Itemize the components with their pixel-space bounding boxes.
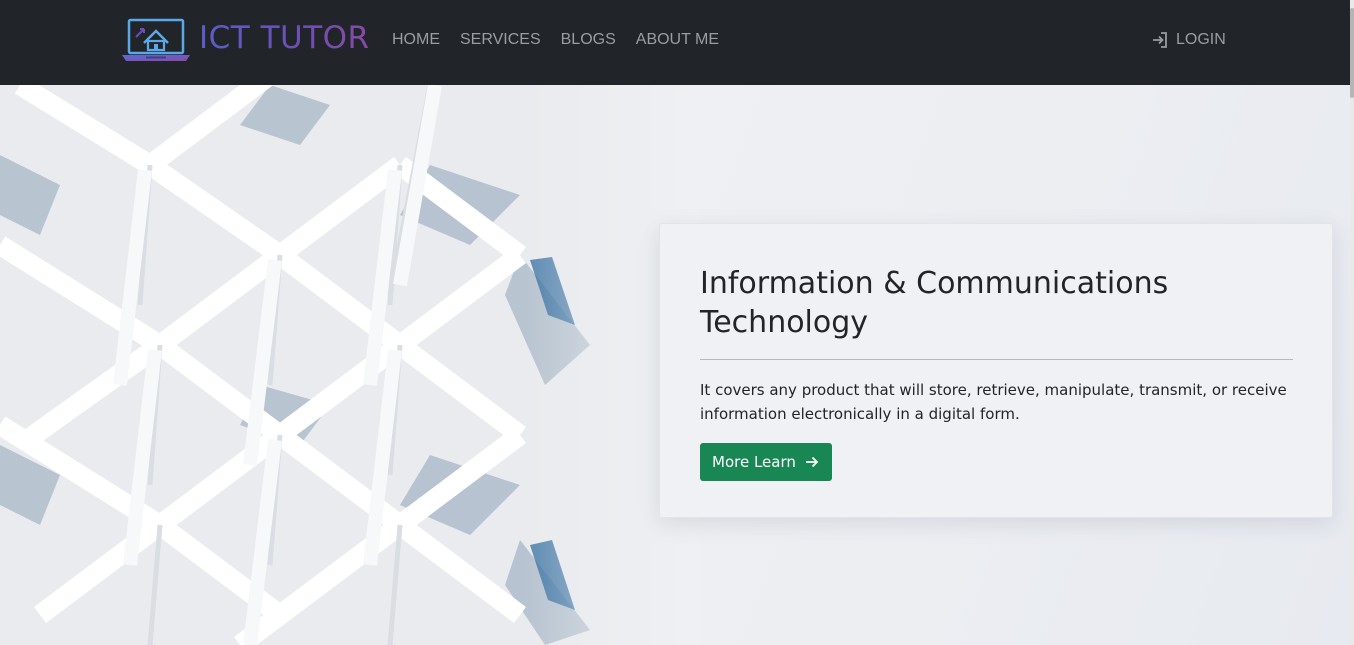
divider xyxy=(700,359,1293,360)
login-link[interactable]: LOGIN xyxy=(1151,30,1226,50)
page-scrollbar[interactable] xyxy=(1350,0,1354,645)
top-navbar: ICT TUTOR HOME SERVICES BLOGS ABOUT ME L… xyxy=(0,0,1350,85)
login-label: LOGIN xyxy=(1176,31,1226,48)
brand-name: ICT TUTOR xyxy=(199,19,370,56)
scrollbar-thumb[interactable] xyxy=(1350,8,1354,98)
arrow-right-icon xyxy=(805,456,819,468)
hero-title: Information & Communications Technology xyxy=(700,266,1169,340)
laptop-home-icon xyxy=(122,18,190,61)
nav-links: HOME SERVICES BLOGS ABOUT ME xyxy=(392,30,719,50)
nav-link-blogs[interactable]: BLOGS xyxy=(561,30,616,50)
nav-link-about-me[interactable]: ABOUT ME xyxy=(636,30,719,50)
hero-background-image xyxy=(0,85,700,645)
nav-link-home[interactable]: HOME xyxy=(392,30,440,50)
hero-section: Information & Communications Technology … xyxy=(0,85,1350,645)
sign-in-icon xyxy=(1153,32,1167,48)
more-learn-button[interactable]: More Learn xyxy=(700,443,832,481)
more-learn-label: More Learn xyxy=(712,453,796,471)
hero-description: It covers any product that will store, r… xyxy=(700,381,1287,423)
hero-card: Information & Communications Technology … xyxy=(659,223,1333,518)
brand[interactable]: ICT TUTOR xyxy=(120,14,370,64)
nav-link-services[interactable]: SERVICES xyxy=(460,30,541,50)
